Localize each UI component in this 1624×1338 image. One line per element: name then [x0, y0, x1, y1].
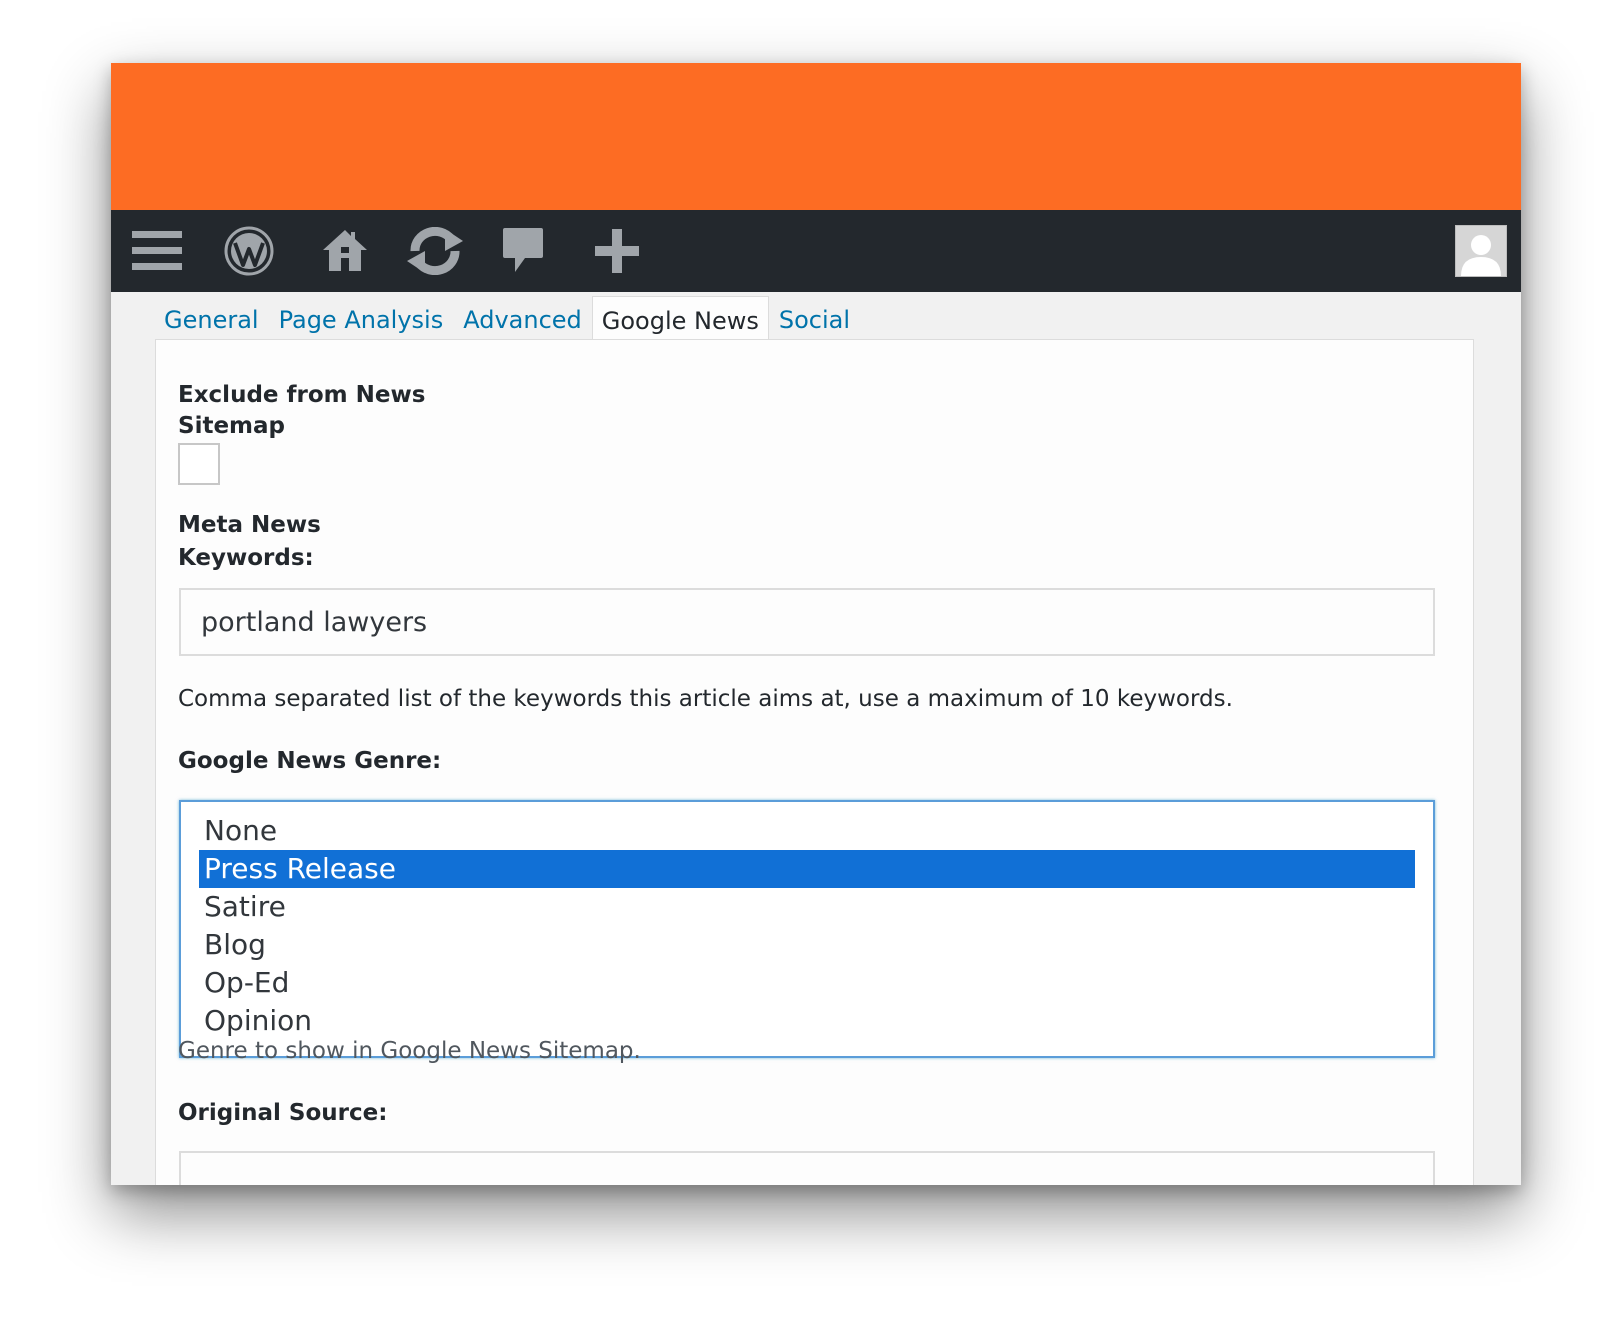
wp-admin-bar	[111, 210, 1521, 292]
exclude-label-line1: Exclude from News	[178, 382, 426, 408]
genre-option-opinion[interactable]: Opinion	[199, 1002, 1415, 1040]
keywords-label-line2: Keywords:	[178, 545, 314, 571]
genre-help-text: Genre to show in Google News Sitemap.	[178, 1038, 641, 1064]
exclude-news-sitemap-checkbox[interactable]	[178, 443, 220, 485]
original-source-input[interactable]	[179, 1151, 1435, 1185]
updates-icon[interactable]	[401, 222, 469, 280]
exclude-label-line2: Sitemap	[178, 413, 285, 439]
site-header-banner	[111, 63, 1521, 210]
keywords-label-line1: Meta News	[178, 512, 321, 538]
browser-window: General Page Analysis Advanced Google Ne…	[111, 63, 1521, 1185]
user-avatar-icon[interactable]	[1455, 225, 1507, 277]
google-news-genre-select[interactable]: None Press Release Satire Blog Op-Ed Opi…	[179, 800, 1435, 1058]
tab-google-news[interactable]: Google News	[591, 296, 769, 344]
genre-option-op-ed[interactable]: Op-Ed	[199, 964, 1415, 1002]
keywords-help-text: Comma separated list of the keywords thi…	[178, 686, 1233, 712]
add-new-icon[interactable]	[589, 222, 645, 280]
keywords-label: Meta News Keywords:	[178, 510, 321, 574]
genre-option-satire[interactable]: Satire	[199, 888, 1415, 926]
genre-option-none[interactable]: None	[199, 812, 1415, 850]
google-news-panel: Exclude from News Sitemap Meta News Keyw…	[155, 339, 1474, 1185]
home-icon[interactable]	[317, 222, 373, 280]
menu-icon[interactable]	[127, 222, 187, 280]
tab-advanced[interactable]: Advanced	[453, 306, 592, 343]
genre-label: Google News Genre:	[178, 748, 442, 774]
tab-page-analysis[interactable]: Page Analysis	[269, 306, 454, 343]
wordpress-logo-icon[interactable]	[219, 222, 279, 280]
tab-social[interactable]: Social	[769, 306, 860, 343]
tab-general[interactable]: General	[154, 306, 269, 343]
metabox-tabs: General Page Analysis Advanced Google Ne…	[154, 292, 860, 344]
meta-news-keywords-input[interactable]	[179, 588, 1435, 656]
original-source-label: Original Source:	[178, 1100, 388, 1126]
comments-icon[interactable]	[497, 222, 549, 280]
genre-option-blog[interactable]: Blog	[199, 926, 1415, 964]
genre-option-press-release[interactable]: Press Release	[199, 850, 1415, 888]
exclude-label: Exclude from News Sitemap	[178, 380, 425, 442]
